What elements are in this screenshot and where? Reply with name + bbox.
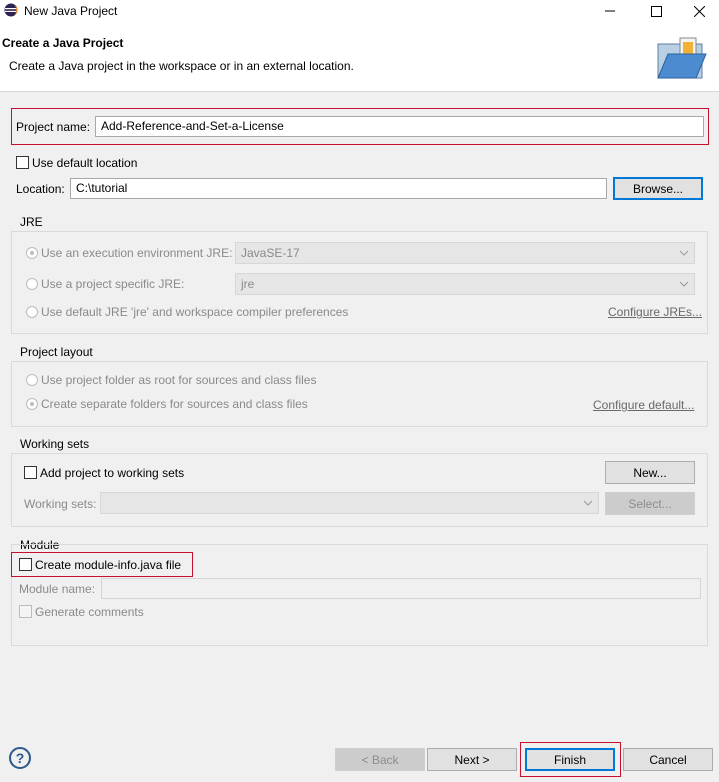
new-working-set-button[interactable]: New...: [605, 461, 695, 484]
jre-execution-env-label: Use an execution environment JRE:: [41, 246, 233, 260]
select-working-set-button[interactable]: Select...: [605, 492, 695, 515]
working-sets-label: Working sets:: [24, 497, 97, 511]
configure-jres-link[interactable]: Configure JREs...: [608, 305, 702, 319]
project-specific-jre-value: jre: [241, 277, 255, 291]
generate-comments-label: Generate comments: [35, 605, 144, 619]
window-title: New Java Project: [24, 4, 118, 18]
project-name-input[interactable]: Add-Reference-and-Set-a-License: [95, 116, 704, 137]
back-button[interactable]: < Back: [335, 748, 425, 771]
configure-default-link[interactable]: Configure default...: [593, 398, 694, 412]
close-button[interactable]: [679, 0, 719, 22]
wizard-description: Create a Java project in the workspace o…: [9, 59, 354, 73]
next-button[interactable]: Next >: [427, 748, 517, 771]
execution-env-select[interactable]: JavaSE-17: [235, 242, 695, 264]
working-sets-select[interactable]: [100, 492, 599, 514]
location-label: Location:: [16, 182, 65, 196]
layout-separate-radio[interactable]: [26, 398, 38, 410]
title-bar: New Java Project: [0, 0, 719, 22]
chevron-down-icon: [680, 281, 688, 287]
project-layout-group: [11, 361, 708, 427]
use-default-location-label: Use default location: [32, 156, 138, 170]
chevron-down-icon: [680, 250, 688, 256]
jre-default-radio[interactable]: [26, 306, 38, 318]
working-sets-group: [11, 453, 708, 527]
minimize-icon: [605, 10, 615, 12]
create-module-info-label: Create module-info.java file: [35, 558, 182, 572]
use-default-location-checkbox[interactable]: [16, 156, 29, 169]
add-to-working-sets-label: Add project to working sets: [40, 466, 185, 480]
new-project-folder-icon: [657, 37, 707, 79]
minimize-button[interactable]: [590, 0, 630, 22]
project-specific-jre-select[interactable]: jre: [235, 273, 695, 295]
close-icon: [693, 5, 705, 17]
wizard-header: Create a Java Project Create a Java proj…: [0, 22, 719, 92]
jre-project-specific-radio[interactable]: [26, 278, 38, 290]
wizard-title: Create a Java Project: [2, 36, 124, 50]
layout-separate-label: Create separate folders for sources and …: [41, 397, 308, 411]
finish-button[interactable]: Finish: [525, 748, 615, 771]
add-to-working-sets-checkbox[interactable]: [24, 466, 37, 479]
module-name-input[interactable]: [101, 578, 701, 599]
maximize-icon: [650, 5, 662, 17]
generate-comments-checkbox[interactable]: [19, 605, 32, 618]
cancel-button[interactable]: Cancel: [623, 748, 713, 771]
jre-default-label: Use default JRE 'jre' and workspace comp…: [41, 305, 349, 319]
location-input[interactable]: C:\tutorial: [70, 178, 607, 199]
maximize-button[interactable]: [636, 0, 676, 22]
jre-project-specific-label: Use a project specific JRE:: [41, 277, 185, 291]
project-name-label: Project name:: [16, 120, 91, 134]
eclipse-icon: [4, 3, 18, 17]
jre-group-label: JRE: [19, 215, 44, 229]
layout-root-radio[interactable]: [26, 374, 38, 386]
help-icon[interactable]: ?: [9, 747, 31, 769]
layout-root-label: Use project folder as root for sources a…: [41, 373, 317, 387]
chevron-down-icon: [584, 500, 592, 506]
project-layout-group-label: Project layout: [19, 345, 94, 359]
create-module-info-checkbox[interactable]: [19, 558, 32, 571]
jre-execution-env-radio[interactable]: [26, 247, 38, 259]
execution-env-value: JavaSE-17: [241, 246, 300, 260]
module-name-label: Module name:: [19, 582, 96, 596]
browse-button[interactable]: Browse...: [613, 177, 703, 200]
working-sets-group-label: Working sets: [19, 437, 91, 451]
